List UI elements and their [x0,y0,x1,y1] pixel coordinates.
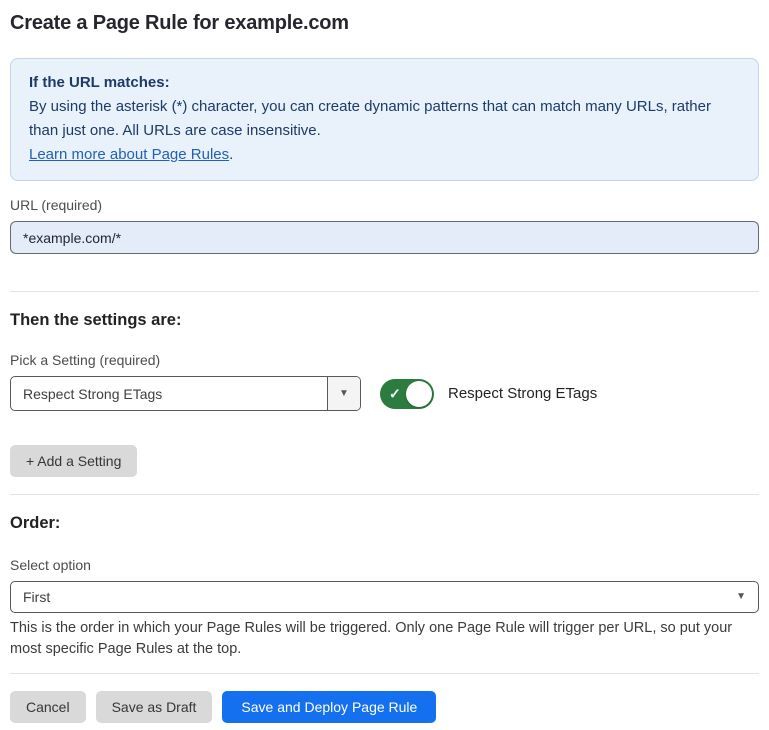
add-setting-button[interactable]: + Add a Setting [10,445,137,477]
etags-toggle[interactable]: ✓ [380,379,434,409]
setting-select[interactable]: Respect Strong ETags ▼ [10,376,361,411]
setting-row: Respect Strong ETags ▼ ✓ Respect Strong … [10,376,759,411]
save-deploy-button[interactable]: Save and Deploy Page Rule [222,691,436,723]
setting-toggle-group: ✓ Respect Strong ETags [380,379,597,409]
footer-actions: Cancel Save as Draft Save and Deploy Pag… [10,691,759,723]
order-select[interactable]: First ▼ [10,581,759,613]
page-title: Create a Page Rule for example.com [10,12,759,35]
chevron-down-icon: ▼ [736,592,746,602]
footer-divider [10,673,759,674]
page-rule-form: Create a Page Rule for example.com If th… [0,12,769,723]
info-box-link-row: Learn more about Page Rules. [29,143,740,167]
order-help-text: This is the order in which your Page Rul… [10,618,759,660]
toggle-label: Respect Strong ETags [448,385,597,402]
cancel-button[interactable]: Cancel [10,691,86,723]
setting-picker-label: Pick a Setting (required) [10,352,759,368]
setting-select-value: Respect Strong ETags [11,377,327,410]
section-divider [10,494,759,495]
url-match-info-box: If the URL matches: By using the asteris… [10,58,759,181]
toggle-knob [406,381,432,407]
url-field-label: URL (required) [10,197,759,213]
url-input[interactable] [10,221,759,254]
section-divider [10,291,759,292]
order-section-heading: Order: [10,514,759,533]
info-box-body: By using the asterisk (*) character, you… [29,95,740,143]
chevron-down-icon: ▼ [339,389,349,399]
check-icon: ✓ [389,385,401,402]
link-period-text: . [229,146,233,163]
order-select-value: First [11,582,758,612]
setting-select-arrow-button[interactable]: ▼ [327,377,360,410]
save-draft-button[interactable]: Save as Draft [96,691,213,723]
order-select-label: Select option [10,557,759,573]
learn-more-link[interactable]: Learn more about Page Rules [29,146,229,163]
settings-section-heading: Then the settings are: [10,311,759,330]
info-box-heading: If the URL matches: [29,71,740,95]
